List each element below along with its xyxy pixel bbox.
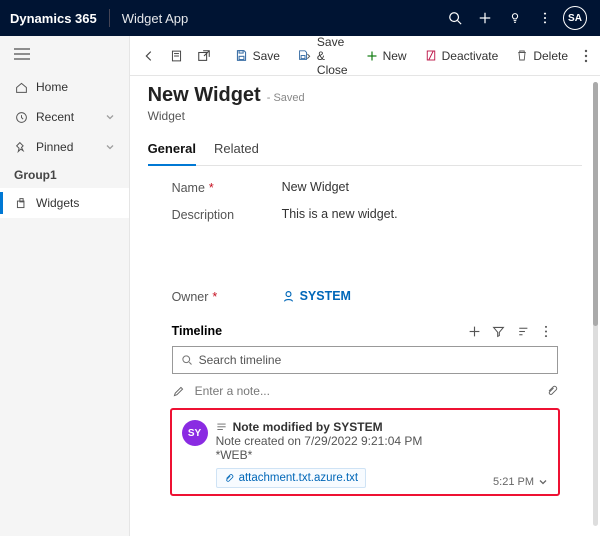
hamburger-button[interactable] [0, 36, 129, 72]
clock-icon [14, 111, 28, 124]
delete-button[interactable]: Delete [508, 45, 576, 67]
trash-icon [516, 49, 528, 62]
note-created-on: Note created on 7/29/2022 9:21:04 PM [216, 434, 423, 448]
attachment-icon [224, 473, 234, 484]
sidebar-item-label: Recent [36, 110, 74, 124]
timeline-search-input[interactable]: Search timeline [172, 346, 558, 374]
chevron-down-icon [105, 142, 115, 152]
required-marker: * [209, 181, 214, 195]
entity-label: Widget [148, 109, 582, 123]
sidebar-item-label: Pinned [36, 140, 73, 154]
save-close-icon [298, 49, 312, 62]
chevron-down-icon[interactable] [538, 477, 548, 487]
owner-value: SYSTEM [300, 289, 351, 303]
button-label: Delete [533, 49, 568, 63]
header-divider [109, 9, 110, 27]
timeline-filter-button[interactable] [486, 325, 510, 338]
note-avatar: SY [182, 420, 208, 446]
more-commands-button[interactable] [578, 45, 594, 67]
form-selector-button[interactable] [164, 45, 189, 67]
home-icon [14, 81, 28, 94]
save-button[interactable]: Save [227, 45, 288, 67]
button-label: Save & Close [317, 35, 348, 77]
more-vertical-icon[interactable] [530, 3, 560, 33]
main-area: Save Save & Close New Deactivate Delete [130, 36, 600, 536]
note-source: *WEB* [216, 448, 423, 462]
avatar-initials: SA [563, 6, 587, 30]
user-avatar[interactable]: SA [560, 3, 590, 33]
attachment-filename: attachment.txt.azure.txt [239, 472, 359, 484]
deactivate-button[interactable]: Deactivate [417, 45, 507, 67]
extension-icon [14, 197, 28, 210]
person-icon [282, 290, 295, 303]
save-icon [235, 49, 248, 62]
app-name: Widget App [122, 11, 189, 26]
note-attachment-link[interactable]: attachment.txt.azure.txt [216, 468, 367, 488]
note-input[interactable]: Enter a note... [195, 384, 536, 398]
edit-icon [172, 385, 185, 398]
button-label: New [383, 49, 407, 63]
timeline-add-button[interactable] [462, 325, 486, 338]
pin-icon [14, 141, 28, 154]
button-label: Save [253, 49, 280, 63]
open-new-window-button[interactable] [191, 45, 217, 67]
brand-label: Dynamics 365 [10, 11, 97, 26]
tab-related[interactable]: Related [214, 135, 259, 165]
search-placeholder: Search timeline [199, 353, 282, 367]
search-icon [181, 354, 193, 366]
plus-icon [366, 50, 378, 62]
note-title: Note modified by SYSTEM [233, 420, 383, 434]
sidebar-item-pinned[interactable]: Pinned [0, 132, 129, 162]
timeline-title: Timeline [172, 324, 222, 338]
deactivate-icon [425, 49, 437, 62]
sidebar-item-home[interactable]: Home [0, 72, 129, 102]
timeline-note-card[interactable]: SY Note modified by SYSTEM Note created … [170, 408, 560, 496]
required-marker: * [212, 290, 217, 304]
plus-icon[interactable] [470, 3, 500, 33]
chevron-down-icon [105, 112, 115, 122]
attachment-icon[interactable] [546, 384, 558, 398]
record-content: New Widget - Saved Widget General Relate… [130, 76, 600, 536]
lightbulb-icon[interactable] [500, 3, 530, 33]
name-field[interactable]: New Widget [282, 180, 558, 194]
note-timestamp: 5:21 PM [493, 476, 548, 488]
sidebar-item-label: Widgets [36, 196, 79, 210]
save-close-button[interactable]: Save & Close [290, 31, 356, 81]
sidebar: Home Recent Pinned Group1 Widgets [0, 36, 130, 536]
field-label-description: Description [172, 208, 235, 222]
timeline-more-button[interactable] [534, 325, 558, 338]
form-section: Name * New Widget Description This is a n… [148, 166, 582, 304]
field-label-name: Name [172, 181, 205, 195]
sidebar-item-widgets[interactable]: Widgets [0, 188, 129, 218]
record-title: New Widget [148, 84, 261, 107]
button-label: Deactivate [442, 49, 499, 63]
back-button[interactable] [136, 45, 162, 67]
owner-field[interactable]: SYSTEM [282, 289, 558, 303]
search-icon[interactable] [440, 3, 470, 33]
note-icon [216, 422, 227, 433]
sidebar-item-label: Home [36, 80, 68, 94]
tab-bar: General Related [148, 135, 582, 166]
description-field[interactable]: This is a new widget. [282, 207, 558, 221]
sidebar-group-label: Group1 [0, 162, 129, 188]
sidebar-item-recent[interactable]: Recent [0, 102, 129, 132]
timeline-sort-button[interactable] [510, 325, 534, 338]
field-label-owner: Owner [172, 290, 209, 304]
command-bar: Save Save & Close New Deactivate Delete [130, 36, 600, 76]
scrollbar[interactable] [593, 82, 598, 526]
tab-general[interactable]: General [148, 135, 196, 166]
new-button[interactable]: New [358, 45, 415, 67]
record-status: - Saved [267, 92, 305, 104]
timeline-header: Timeline [148, 324, 582, 338]
scrollbar-thumb[interactable] [593, 82, 598, 326]
